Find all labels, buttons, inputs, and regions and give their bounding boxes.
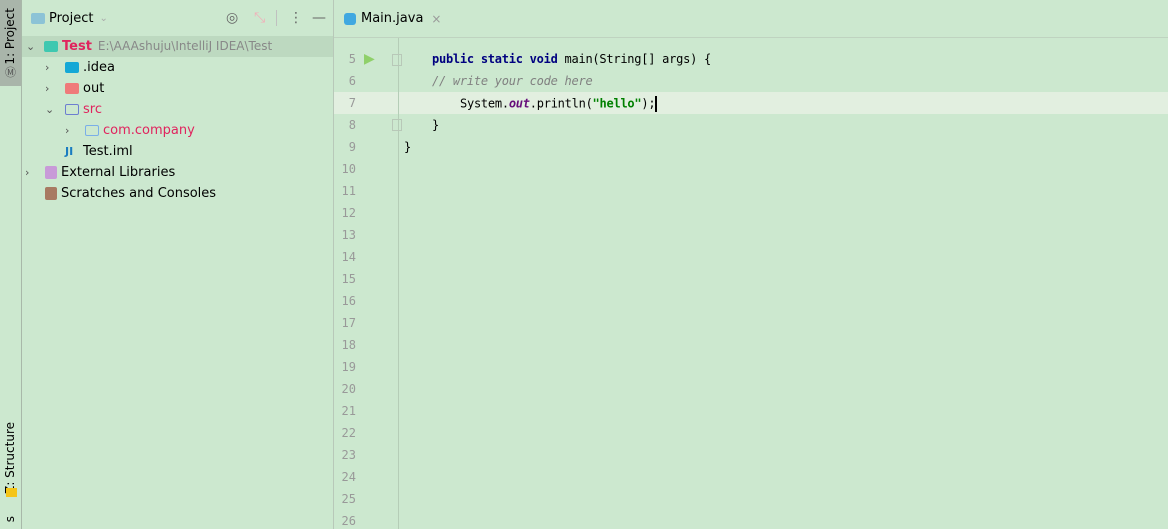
tree-label: Test — [62, 39, 92, 54]
line-number: 15 — [341, 272, 356, 286]
tree-label: .idea — [83, 60, 115, 75]
locate-target-icon[interactable]: ◎ — [226, 10, 238, 26]
line-number: 20 — [341, 382, 356, 396]
scratches-icon — [45, 187, 57, 200]
tree-label: Test.iml — [83, 144, 133, 159]
project-tab-label: 1: Project — [3, 8, 17, 65]
java-class-icon — [344, 12, 356, 25]
code-line-8: } — [432, 118, 439, 132]
tree-item-idea[interactable]: › .idea — [45, 57, 115, 78]
project-panel: Project ⌄ ◎ ⤡ ⋮ — ⌄ Test E:\AAAshuju\Int… — [22, 0, 334, 529]
project-tool-tab[interactable]: 1: Project Ⓜ — [0, 0, 21, 86]
line-number: 13 — [341, 228, 356, 242]
structure-tool-tab[interactable]: Z: Structure — [3, 422, 17, 494]
chevron-right-icon[interactable]: › — [25, 162, 35, 183]
close-tab-icon[interactable]: × — [431, 12, 441, 26]
hide-panel-icon[interactable]: — — [312, 10, 326, 26]
left-tool-strip: 1: Project Ⓜ Z: Structure s — [0, 0, 22, 529]
maven-icon: Ⓜ — [5, 66, 16, 79]
tree-item-src[interactable]: ⌄ src — [45, 99, 102, 120]
line-number: 16 — [341, 294, 356, 308]
fold-icon[interactable] — [392, 54, 402, 66]
line-number: 10 — [341, 162, 356, 176]
line-number: 24 — [341, 470, 356, 484]
line-number: 9 — [348, 140, 356, 154]
code-line-5: public static void main(String[] args) { — [432, 52, 711, 66]
line-number: 6 — [348, 74, 356, 88]
chevron-down-icon[interactable]: ⌄ — [99, 13, 107, 24]
tree-item-com-company[interactable]: › com.company — [65, 120, 195, 141]
module-icon — [44, 41, 58, 52]
line-number: 17 — [341, 316, 356, 330]
divider — [276, 10, 277, 26]
folder-icon — [65, 62, 79, 73]
tree-label: External Libraries — [61, 165, 176, 180]
project-path: E:\AAAshuju\IntelliJ IDEA\Test — [97, 39, 273, 53]
fold-icon[interactable] — [392, 119, 402, 131]
more-options-icon[interactable]: ⋮ — [289, 10, 303, 26]
line-number: 19 — [341, 360, 356, 374]
line-number: 23 — [341, 448, 356, 462]
chevron-right-icon[interactable]: › — [45, 78, 55, 99]
tab-main-java[interactable]: Main.java — [361, 11, 423, 26]
project-panel-header: Project ⌄ ◎ ⤡ ⋮ — — [22, 0, 333, 36]
line-number: 21 — [341, 404, 356, 418]
line-number: 11 — [341, 184, 356, 198]
excluded-folder-icon — [65, 83, 79, 94]
tree-item-test-iml[interactable]: JI Test.iml — [65, 141, 133, 162]
line-number: 22 — [341, 426, 356, 440]
iml-file-icon: JI — [65, 145, 74, 158]
tree-item-scratches[interactable]: Scratches and Consoles — [45, 183, 216, 204]
line-number: 25 — [341, 492, 356, 506]
project-view-selector[interactable]: Project — [49, 11, 93, 26]
structure-icon — [6, 488, 17, 497]
line-number: 18 — [341, 338, 356, 352]
tree-label: Scratches and Consoles — [61, 186, 217, 201]
collapse-all-icon[interactable]: ⤡ — [254, 10, 265, 26]
editor-tabs: Main.java × — [334, 0, 1168, 38]
code-line-7: System.out.println("hello"); — [460, 96, 658, 112]
gutter-border — [398, 38, 399, 529]
line-number: 14 — [341, 250, 356, 264]
package-icon — [85, 125, 99, 136]
tree-label: com.company — [103, 123, 195, 138]
code-line-9: } — [404, 140, 411, 154]
line-number: 7 — [348, 96, 356, 110]
tree-label: out — [83, 81, 105, 96]
tree-label: src — [83, 102, 102, 117]
line-number: 8 — [348, 118, 356, 132]
tree-item-test[interactable]: ⌄ Test E:\AAAshuju\IntelliJ IDEA\Test — [22, 36, 333, 57]
chevron-down-icon[interactable]: ⌄ — [26, 36, 36, 57]
project-folder-icon — [31, 12, 45, 24]
line-number: 26 — [341, 514, 356, 528]
run-icon[interactable]: ▶ — [364, 51, 375, 67]
code-line-6: // write your code here — [432, 74, 593, 88]
line-number: 12 — [341, 206, 356, 220]
text-cursor — [655, 96, 658, 112]
line-number: 5 — [348, 52, 356, 66]
library-icon — [45, 166, 57, 179]
code-editor[interactable]: Main.java × 5 6 7 8 9 10 11 12 13 14 15 16 17 18 19 20 2… — [334, 0, 1168, 529]
chevron-down-icon[interactable]: ⌄ — [45, 99, 55, 120]
chevron-right-icon[interactable]: › — [65, 120, 75, 141]
source-folder-icon — [65, 104, 79, 115]
tree-item-out[interactable]: › out — [45, 78, 104, 99]
bottom-tool-tab[interactable]: s — [3, 516, 17, 522]
chevron-right-icon[interactable]: › — [45, 57, 55, 78]
tree-item-external-libraries[interactable]: › External Libraries — [25, 162, 175, 183]
